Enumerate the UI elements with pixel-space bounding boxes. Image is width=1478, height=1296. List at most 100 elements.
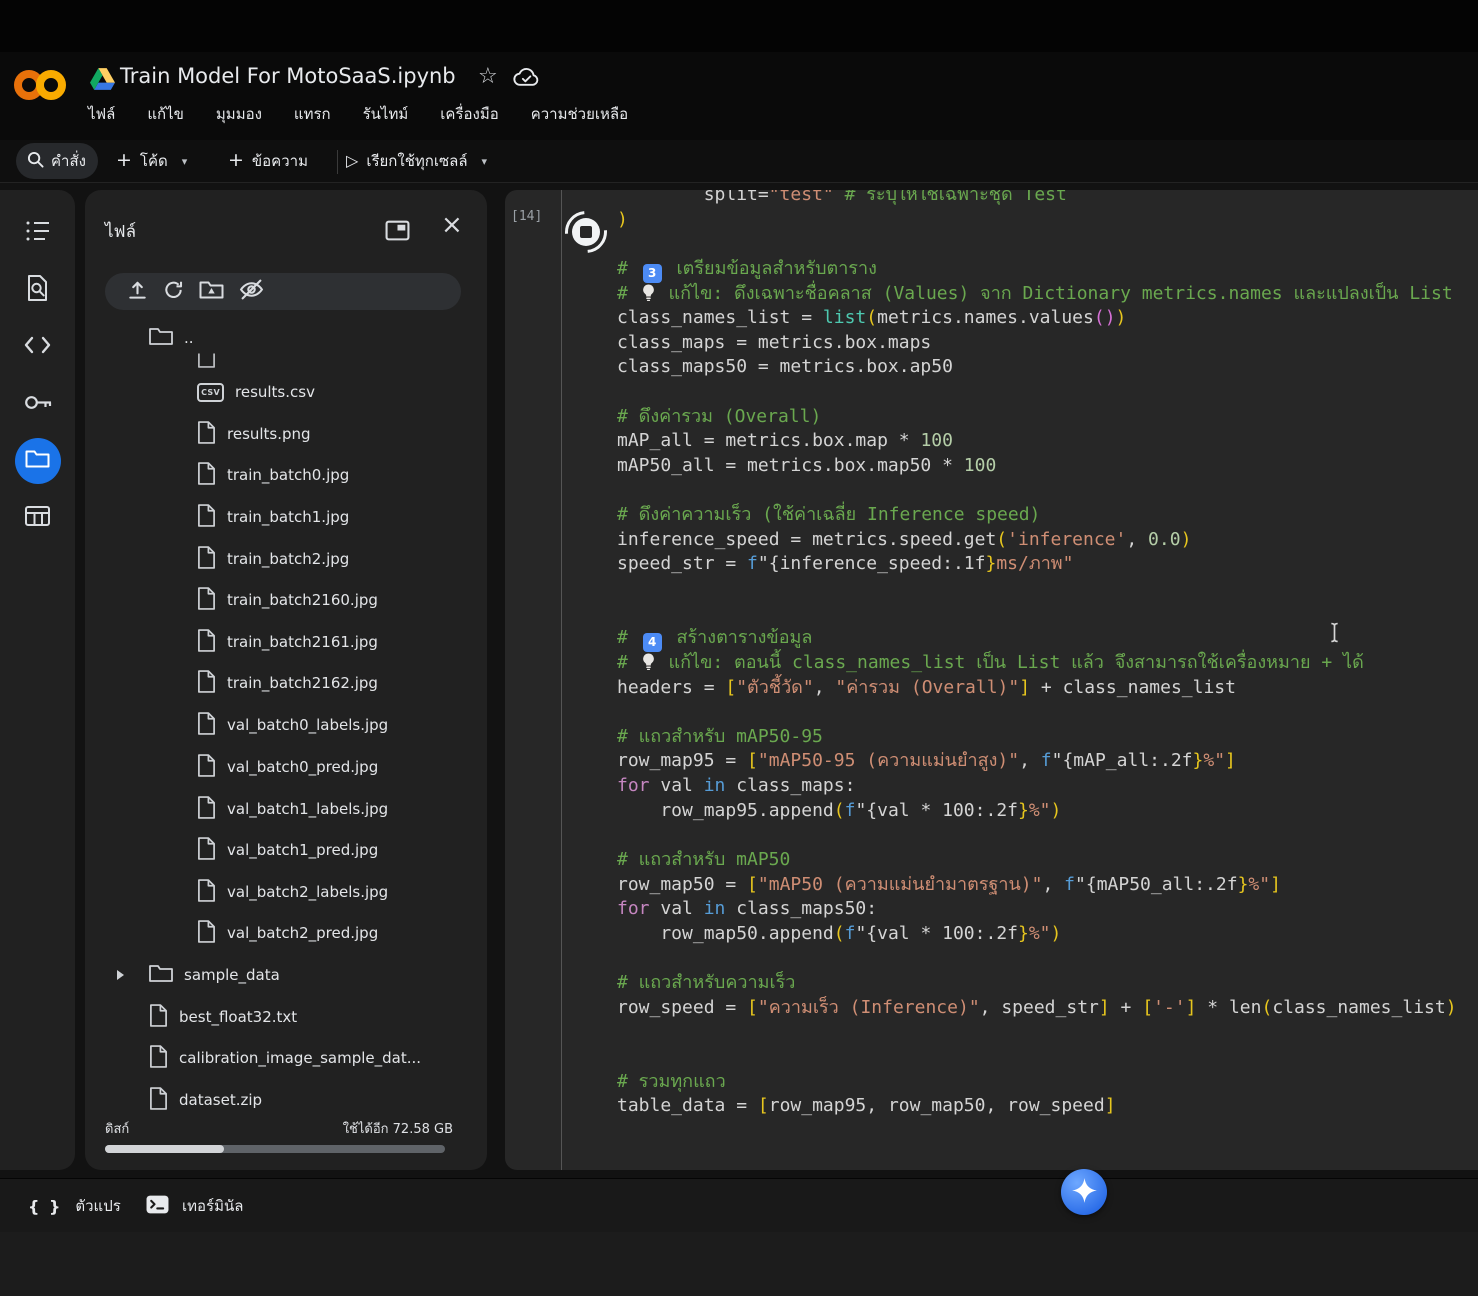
file-icon (197, 504, 216, 531)
rail-item-secrets[interactable] (15, 381, 61, 427)
code-line (617, 700, 1477, 725)
tree-file-calibration_image_sample_dat...[interactable]: calibration_image_sample_dat... (85, 1044, 487, 1072)
file-icon (197, 670, 216, 697)
tree-file-val_batch2_labels.jpg[interactable]: val_batch2_labels.jpg (85, 878, 487, 906)
tree-file-train_batch2162.jpg[interactable]: train_batch2162.jpg (85, 669, 487, 697)
gemini-spark-icon (1071, 1177, 1098, 1208)
cell-left-border (561, 190, 562, 1170)
code-line: # แถวสำหรับ mAP50 (617, 848, 1477, 873)
menu-item-1[interactable]: แก้ไข (147, 102, 184, 132)
file-browser-panel: ไฟล์ × ..CSVresults.csvresults.pngtrain_… (85, 190, 487, 1170)
tree-file-results.csv[interactable]: CSVresults.csv (85, 378, 487, 406)
tree-file-train_batch2160.jpg[interactable]: train_batch2160.jpg (85, 586, 487, 614)
run-all-label: เรียกใช้ทุกเซลล์ (366, 149, 467, 173)
tree-file-val_batch0_labels.jpg[interactable]: val_batch0_labels.jpg (85, 711, 487, 739)
code-line (617, 602, 1477, 627)
code-line (617, 577, 1477, 602)
run-all-cells-button[interactable]: ▷ เรียกใช้ทุกเซลล์ ▾ (346, 143, 487, 179)
menu-item-6[interactable]: ความช่วยเหลือ (531, 102, 628, 132)
braces-icon: { } (28, 1197, 62, 1216)
search-icon (27, 151, 44, 172)
menu-item-5[interactable]: เครื่องมือ (440, 102, 498, 132)
chevron-down-icon[interactable]: ▾ (482, 155, 488, 168)
tree-file-val_batch0_pred.jpg[interactable]: val_batch0_pred.jpg (85, 753, 487, 781)
code-line: class_maps = metrics.box.maps (617, 331, 1477, 356)
tree-item-label: val_batch0_pred.jpg (227, 758, 378, 776)
rail-item-table-of-contents[interactable] (15, 210, 61, 256)
secrets-icon (24, 394, 52, 415)
tree-file-partial[interactable] (85, 344, 487, 372)
menu-item-0[interactable]: ไฟล์ (88, 102, 115, 132)
tree-folder-sample_data[interactable]: sample_data (85, 961, 487, 989)
rail-item-data-table[interactable] (15, 495, 61, 541)
file-icon (197, 587, 216, 614)
tree-item-label: val_batch1_pred.jpg (227, 841, 378, 859)
code-line: row_speed = ["ความเร็ว (Inference)", spe… (617, 996, 1477, 1021)
tree-item-label: val_batch0_labels.jpg (227, 716, 388, 734)
tree-item-label: best_float32.txt (179, 1008, 297, 1026)
star-icon[interactable]: ☆ (478, 64, 498, 89)
tree-item-label: results.csv (235, 383, 315, 401)
tree-file-train_batch0.jpg[interactable]: train_batch0.jpg (85, 461, 487, 489)
rail-item-files[interactable] (15, 438, 61, 484)
code-line: # รวมทุกแถว (617, 1070, 1477, 1095)
chevron-right-icon[interactable] (117, 970, 124, 980)
file-icon (197, 462, 216, 489)
file-icon (197, 920, 216, 947)
chevron-down-icon[interactable]: ▾ (182, 155, 188, 168)
code-line: # 4 สร้างตารางข้อมูล (617, 626, 1477, 651)
add-code-cell-button[interactable]: + โค้ด ▾ (116, 143, 187, 179)
code-line: row_map50 = ["mAP50 (ความแม่นยำมาตรฐาน)"… (617, 873, 1477, 898)
file-tree: ..CSVresults.csvresults.pngtrain_batch0.… (85, 190, 487, 1090)
code-line: for val in class_maps: (617, 774, 1477, 799)
keycap-4-emoji: 4 (643, 633, 662, 652)
disk-label: ดิสก์ (105, 1118, 129, 1139)
code-cell-editor[interactable]: [14] split="test" # ระบุให้ใช้เฉพาะชุด T… (505, 190, 1478, 1170)
tree-file-val_batch1_labels.jpg[interactable]: val_batch1_labels.jpg (85, 795, 487, 823)
lightbulb-emoji (642, 652, 655, 673)
execution-count: [14] (511, 209, 542, 224)
tree-file-train_batch2161.jpg[interactable]: train_batch2161.jpg (85, 628, 487, 656)
variables-button[interactable]: { } ตัวแปร (28, 1194, 121, 1218)
tree-file-dataset.zip[interactable]: dataset.zip (85, 1086, 487, 1114)
code-line: # แก้ไข: ดึงเฉพาะชื่อคลาส (Values) จาก D… (617, 282, 1477, 307)
disk-available: ใช้ได้อีก 72.58 GB (343, 1118, 453, 1139)
variables-label: ตัวแปร (75, 1194, 120, 1218)
code-line: table_data = [row_map95, row_map50, row_… (617, 1094, 1477, 1119)
files-icon (25, 449, 50, 473)
tree-file-train_batch1.jpg[interactable]: train_batch1.jpg (85, 503, 487, 531)
menu-item-3[interactable]: แทรก (294, 102, 331, 132)
tree-item-label: val_batch1_labels.jpg (227, 800, 388, 818)
cell-running-spinner[interactable] (565, 211, 607, 253)
add-text-cell-button[interactable]: + ข้อความ (228, 143, 308, 179)
cloud-saved-icon[interactable] (513, 67, 540, 92)
code-line: class_maps50 = metrics.box.ap50 (617, 355, 1477, 380)
tree-item-label: train_batch2.jpg (227, 550, 349, 568)
menu-item-4[interactable]: รันไทม์ (363, 102, 409, 132)
code-snippets-icon (24, 336, 51, 358)
code-line (617, 823, 1477, 848)
tree-file-val_batch1_pred.jpg[interactable]: val_batch1_pred.jpg (85, 836, 487, 864)
tree-file-results.png[interactable]: results.png (85, 420, 487, 448)
file-icon (197, 546, 216, 573)
disk-usage-bar (105, 1145, 445, 1153)
tree-file-val_batch2_pred.jpg[interactable]: val_batch2_pred.jpg (85, 919, 487, 947)
add-code-label: โค้ด (140, 149, 168, 173)
rail-item-code-snippets[interactable] (15, 324, 61, 370)
notebook-title[interactable]: Train Model For MotoSaaS.ipynb (120, 64, 456, 88)
file-icon (197, 712, 216, 739)
tree-item-label: train_batch2162.jpg (227, 674, 378, 692)
tree-item-label: results.png (227, 425, 311, 443)
menu-item-2[interactable]: มุมมอง (216, 102, 262, 132)
tree-item-label: train_batch0.jpg (227, 466, 349, 484)
command-search-button[interactable]: คำสั่ง (16, 143, 98, 179)
tree-file-train_batch2.jpg[interactable]: train_batch2.jpg (85, 545, 487, 573)
colab-logo[interactable] (14, 66, 70, 106)
gemini-spark-button[interactable] (1061, 1169, 1107, 1215)
terminal-button[interactable]: เทอร์มินัล (146, 1194, 243, 1218)
code-line (617, 479, 1477, 504)
rail-item-find-and-replace[interactable] (15, 267, 61, 313)
tree-item-label: val_batch2_labels.jpg (227, 883, 388, 901)
tree-file-best_float32.txt[interactable]: best_float32.txt (85, 1003, 487, 1031)
code-content[interactable]: split="test" # ระบุให้ใช้เฉพาะชุด Test)#… (617, 190, 1477, 1119)
